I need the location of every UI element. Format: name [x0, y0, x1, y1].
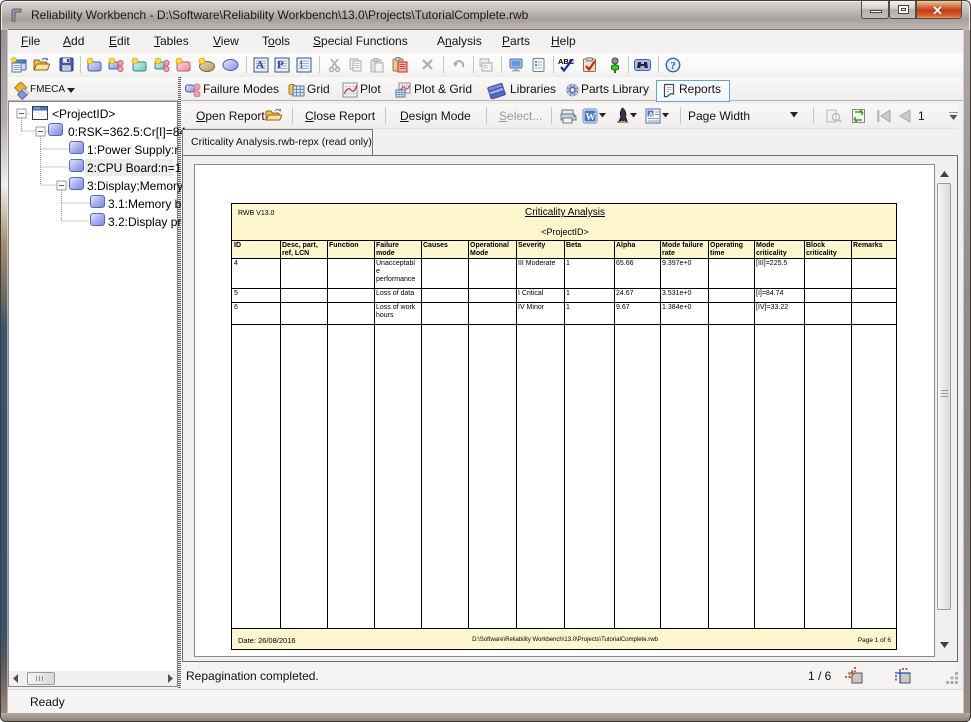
svg-text:ABC: ABC	[558, 57, 575, 66]
svg-text:A: A	[256, 59, 264, 71]
svg-text:A: A	[649, 111, 654, 118]
svg-text:P: P	[277, 59, 284, 71]
svg-text:W: W	[586, 112, 596, 123]
svg-text:?: ?	[670, 60, 676, 72]
svg-text:!: !	[300, 59, 304, 71]
